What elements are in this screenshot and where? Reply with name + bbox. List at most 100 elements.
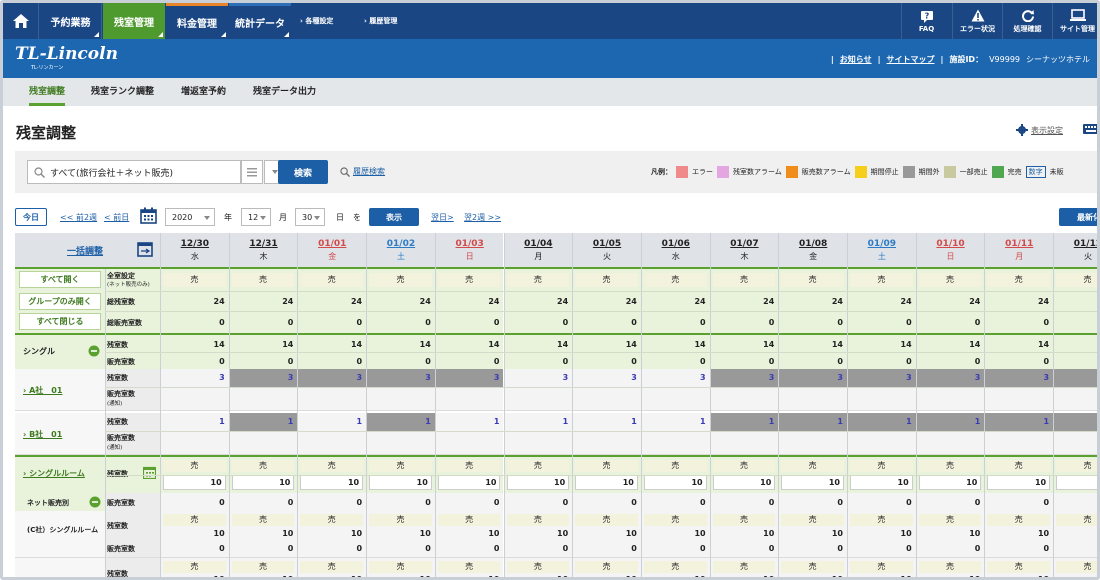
room-remain-input[interactable]: 10 [231, 475, 295, 490]
sell-cell[interactable]: 売 [712, 460, 776, 472]
date-label[interactable]: 01/02 [367, 239, 435, 249]
next-day-link[interactable]: 翌日> [431, 212, 454, 223]
sell-cell[interactable]: 売 [575, 460, 638, 472]
sell-cell[interactable]: 売 [300, 514, 364, 526]
collapse-net-icon[interactable] [89, 496, 101, 508]
date-label[interactable]: 01/05 [573, 239, 641, 249]
sell-cell[interactable]: 売 [987, 514, 1051, 526]
display-settings-button[interactable]: 表示設定 [1016, 124, 1063, 136]
sell-cell[interactable]: 売 [643, 460, 707, 472]
single-room-link[interactable]: › シングルルーム [23, 468, 85, 479]
bulk-adjust-link[interactable]: 一括調整 [67, 244, 103, 257]
sell-cell[interactable]: 売 [850, 561, 913, 573]
date-column-header[interactable]: 12/31 木 [228, 233, 298, 267]
room-remain-input[interactable]: 10 [643, 475, 707, 490]
date-column-header[interactable]: 01/04 月 [503, 233, 573, 267]
sell-cell[interactable]: 売 [987, 561, 1051, 573]
date-label[interactable]: 01/06 [642, 239, 710, 249]
room-remain-input[interactable]: 10 [781, 475, 844, 490]
sell-cell[interactable]: 売 [575, 514, 638, 526]
date-column-header[interactable]: 01/01 金 [297, 233, 367, 267]
sell-cell[interactable]: 売 [163, 561, 226, 573]
date-label[interactable]: 12/30 [161, 239, 229, 249]
expand-all-button[interactable]: すべて開く [19, 271, 101, 288]
collapse-all-button[interactable]: すべて閉じる [19, 313, 101, 330]
show-button[interactable]: 表示 [369, 208, 419, 226]
home-button[interactable] [3, 3, 39, 39]
sell-cell[interactable]: 売 [506, 460, 570, 472]
date-column-header[interactable]: 01/12 火 [1053, 233, 1097, 267]
sell-cell[interactable]: 売 [1056, 460, 1097, 472]
date-column-header[interactable]: 01/09 土 [847, 233, 916, 267]
room-remain-input[interactable]: 10 [987, 475, 1051, 490]
tab-rank-adjust[interactable]: 残室ランク調整 [91, 78, 154, 106]
sell-cell[interactable]: 売 [437, 273, 501, 287]
sell-cell[interactable]: 売 [781, 514, 844, 526]
sell-cell[interactable]: 売 [163, 273, 226, 287]
sitemap-link[interactable]: サイトマップ [887, 54, 935, 65]
room-remain-input[interactable]: 10 [850, 475, 913, 490]
search-button[interactable]: 検索 [278, 160, 328, 184]
bulk-adjust-icon[interactable] [137, 241, 153, 257]
sell-cell[interactable]: 売 [643, 273, 707, 287]
faq-button[interactable]: ? FAQ [901, 3, 951, 39]
sell-cell[interactable]: 売 [712, 273, 776, 287]
sell-cell[interactable]: 売 [575, 561, 638, 573]
date-label[interactable]: 01/09 [848, 239, 916, 249]
nav-statistics[interactable]: 統計データ [229, 3, 291, 39]
sell-cell[interactable]: 売 [987, 273, 1051, 287]
date-label[interactable]: 01/01 [298, 239, 366, 249]
date-column-header[interactable]: 01/02 土 [366, 233, 435, 267]
sell-cell[interactable]: 売 [300, 273, 364, 287]
date-label[interactable]: 01/12 [1054, 239, 1097, 249]
tab-data-export[interactable]: 残室データ出力 [253, 78, 316, 106]
sell-cell[interactable]: 売 [987, 460, 1051, 472]
day-select[interactable]: 30 [295, 208, 325, 226]
sell-cell[interactable]: 売 [1056, 561, 1097, 573]
room-remain-input[interactable]: 10 [300, 475, 364, 490]
next-2weeks-link[interactable]: 翌2週 >> [464, 212, 501, 223]
prev-day-link[interactable]: < 前日 [104, 212, 129, 223]
nav-reservations[interactable]: 予約業務 [40, 3, 102, 39]
sell-cell[interactable]: 売 [850, 273, 913, 287]
refresh-latest-button[interactable]: 最新化 [1059, 208, 1097, 226]
sell-cell[interactable]: 売 [712, 514, 776, 526]
sell-cell[interactable]: 売 [231, 273, 295, 287]
date-column-header[interactable]: 01/05 火 [572, 233, 641, 267]
sell-cell[interactable]: 売 [231, 561, 295, 573]
process-check-button[interactable]: 処理確認 [1002, 3, 1052, 39]
date-label[interactable]: 01/10 [917, 239, 985, 249]
sell-cell[interactable]: 売 [918, 561, 982, 573]
calendar-icon[interactable] [140, 207, 157, 224]
calendar-icon[interactable] [142, 466, 157, 480]
sell-cell[interactable]: 売 [369, 514, 432, 526]
date-label[interactable]: 01/03 [436, 239, 504, 249]
nav-inventory[interactable]: 残室管理 [103, 3, 165, 39]
error-status-button[interactable]: エラー状況 [952, 3, 1002, 39]
date-column-header[interactable]: 01/03 日 [434, 233, 504, 267]
room-remain-input[interactable]: 10 [712, 475, 776, 490]
sell-cell[interactable]: 売 [437, 514, 501, 526]
notice-link[interactable]: お知らせ [840, 54, 872, 65]
date-column-header[interactable]: 01/06 水 [640, 233, 710, 267]
date-column-header[interactable]: 01/07 木 [709, 233, 779, 267]
sell-cell[interactable]: 売 [781, 561, 844, 573]
sell-cell[interactable]: 売 [163, 514, 226, 526]
room-remain-input[interactable]: 10 [575, 475, 638, 490]
sell-cell[interactable]: 売 [712, 561, 776, 573]
date-label[interactable]: 01/11 [985, 239, 1053, 249]
site-admin-button[interactable]: サイト管理 [1052, 3, 1097, 39]
search-input[interactable]: すべて(旅行会社＋ネット販売) [27, 160, 241, 184]
list-toggle-button[interactable] [241, 160, 263, 184]
nav-settings[interactable]: › 各種設定 [300, 3, 333, 39]
sell-cell[interactable]: 売 [1056, 514, 1097, 526]
date-column-header[interactable]: 12/30 水 [160, 233, 229, 267]
company-a-link[interactable]: › A社 01 [23, 385, 62, 396]
sell-cell[interactable]: 売 [918, 460, 982, 472]
sell-cell[interactable]: 売 [506, 561, 570, 573]
room-remain-input[interactable]: 10 [918, 475, 982, 490]
sell-cell[interactable]: 売 [575, 273, 638, 287]
expand-groups-button[interactable]: グループのみ開く [19, 293, 101, 310]
sell-cell[interactable]: 売 [643, 514, 707, 526]
sell-cell[interactable]: 売 [781, 460, 844, 472]
